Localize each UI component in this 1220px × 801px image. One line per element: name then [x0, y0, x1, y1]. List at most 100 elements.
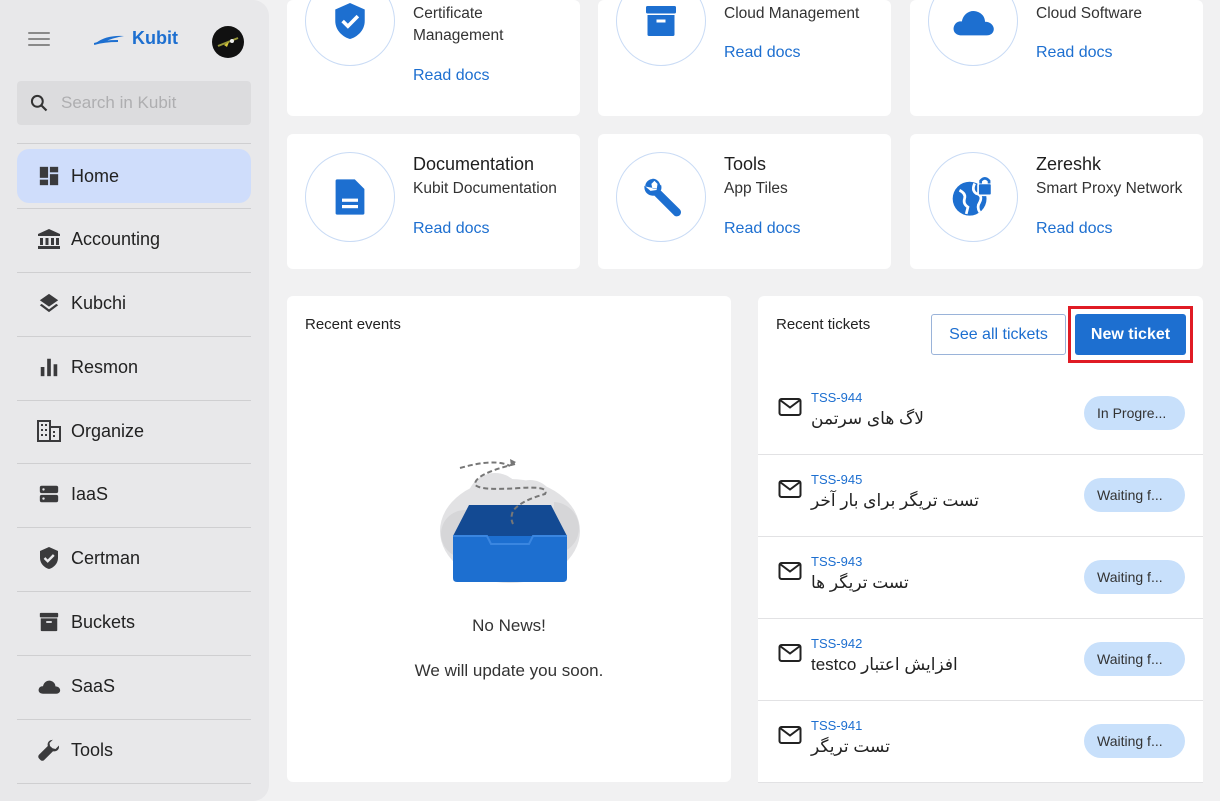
service-icon-circle — [616, 0, 706, 66]
search-icon — [30, 94, 48, 112]
sidebar-item-home[interactable]: Home — [17, 149, 251, 203]
service-card-tools[interactable]: Tools App Tiles Read docs — [598, 134, 891, 269]
read-docs-link[interactable]: Read docs — [413, 220, 490, 238]
ticket-id: TSS-942 — [811, 636, 863, 651]
service-subtitle: Cloud Management — [724, 5, 860, 22]
service-icon-circle — [305, 152, 395, 242]
service-card-certman[interactable]: Certificate Management Read docs — [287, 0, 580, 116]
ticket-row[interactable]: TSS-944 لاگ های سرتمن In Progre... — [758, 373, 1203, 455]
divider — [17, 719, 251, 720]
sidebar-item-buckets[interactable]: Buckets — [17, 595, 251, 649]
sidebar-item-label: IaaS — [71, 483, 109, 504]
ticket-id: TSS-944 — [811, 390, 863, 405]
service-card-cloud-management[interactable]: Cloud Management Read docs — [598, 0, 891, 116]
ticket-row[interactable]: TSS-942 افزایش اعتبار testco Waiting f..… — [758, 619, 1203, 701]
cloud-icon — [37, 674, 61, 698]
kubit-logo-icon — [94, 35, 124, 45]
sidebar-item-saas[interactable]: SaaS — [17, 659, 251, 713]
service-subtitle: App Tiles — [724, 180, 788, 197]
cloud-icon — [953, 11, 994, 36]
layers-icon — [37, 291, 61, 315]
divider — [17, 208, 251, 209]
status-badge: Waiting f... — [1084, 478, 1185, 512]
service-subtitle: Kubit Documentation — [413, 180, 557, 197]
globe-lock-icon — [952, 177, 993, 216]
mail-icon — [778, 398, 802, 416]
wrench-icon — [644, 178, 681, 217]
empty-state-text: We will update you soon. — [414, 661, 604, 680]
service-subtitle: Smart Proxy Network — [1036, 180, 1183, 197]
ticket-subject: تست تریگر ها — [811, 573, 909, 592]
service-card-zereshk[interactable]: Zereshk Smart Proxy Network Read docs — [910, 134, 1203, 269]
service-card-cloud-software[interactable]: Cloud Software Read docs — [910, 0, 1203, 116]
mail-icon — [778, 562, 802, 580]
search-box[interactable] — [17, 81, 251, 125]
ticket-row[interactable]: TSS-943 تست تریگر ها Waiting f... — [758, 537, 1203, 619]
sidebar-item-accounting[interactable]: Accounting — [17, 212, 251, 266]
new-ticket-button[interactable]: New ticket — [1075, 314, 1186, 355]
sidebar-item-iaas[interactable]: IaaS — [17, 467, 251, 521]
sidebar-item-kubchi[interactable]: Kubchi — [17, 276, 251, 330]
ticket-row[interactable]: TSS-945 تست تریگر برای بار آخر Waiting f… — [758, 455, 1203, 537]
recent-tickets-header: Recent tickets See all tickets New ticke… — [758, 296, 1203, 374]
sidebar-item-label: SaaS — [71, 675, 116, 696]
empty-state-title: No News! — [472, 616, 546, 635]
status-badge: Waiting f... — [1084, 560, 1185, 594]
sidebar-item-certman[interactable]: Certman — [17, 531, 251, 585]
service-icon-circle — [928, 0, 1018, 66]
service-title: Tools — [724, 154, 767, 174]
app-name: Kubit — [132, 28, 178, 48]
sidebar-item-tools[interactable]: Tools — [17, 723, 251, 777]
shield-check-icon — [335, 3, 365, 39]
wrench-icon — [37, 738, 61, 762]
sidebar-item-label: Tools — [71, 739, 114, 760]
ticket-subject: لاگ های سرتمن — [811, 409, 924, 428]
sidebar-item-label: Home — [71, 165, 120, 186]
empty-inbox-illustration — [440, 459, 580, 583]
service-title: Zereshk — [1036, 154, 1102, 174]
sidebar-item-organize[interactable]: Organize — [17, 404, 251, 458]
read-docs-link[interactable]: Read docs — [724, 220, 801, 238]
search-input[interactable] — [61, 93, 231, 113]
divider — [17, 400, 251, 401]
panel-title: Recent events — [305, 316, 401, 333]
menu-icon[interactable] — [28, 32, 50, 50]
sidebar-item-resmon[interactable]: Resmon — [17, 340, 251, 394]
document-icon — [335, 179, 365, 215]
service-title: Documentation — [413, 154, 535, 174]
see-all-tickets-button[interactable]: See all tickets — [931, 314, 1066, 355]
read-docs-link[interactable]: Read docs — [1036, 220, 1113, 238]
divider — [17, 591, 251, 592]
sidebar-item-label: Buckets — [71, 611, 136, 632]
read-docs-link[interactable]: Read docs — [1036, 44, 1113, 62]
service-icon-circle — [305, 0, 395, 66]
building-icon — [37, 419, 61, 443]
read-docs-link[interactable]: Read docs — [413, 67, 490, 85]
read-docs-link[interactable]: Read docs — [724, 44, 801, 62]
app-logo[interactable]: Kubit — [94, 28, 178, 49]
panel-title: Recent tickets — [776, 316, 871, 333]
divider — [17, 336, 251, 337]
ticket-subject: تست تریگر برای بار آخر — [811, 491, 979, 510]
divider — [17, 143, 251, 144]
service-card-documentation[interactable]: Documentation Kubit Documentation Read d… — [287, 134, 580, 269]
sidebar: Kubit Home Accounting Kubchi Resmon Orga… — [0, 0, 269, 801]
sidebar-header: Kubit — [0, 22, 269, 62]
recent-events-panel: Recent events No News! We will update yo… — [287, 296, 731, 782]
avatar[interactable] — [212, 26, 244, 58]
bar-chart-icon — [37, 355, 61, 379]
divider — [17, 527, 251, 528]
archive-icon — [646, 6, 676, 36]
divider — [17, 463, 251, 464]
ticket-row[interactable]: TSS-941 تست تریگر Waiting f... — [758, 701, 1203, 783]
service-icon-circle — [616, 152, 706, 242]
divider — [17, 783, 251, 784]
mail-icon — [778, 644, 802, 662]
archive-icon — [37, 610, 61, 634]
shield-check-icon — [37, 546, 61, 570]
ticket-subject: تست تریگر — [811, 737, 890, 756]
ticket-id: TSS-945 — [811, 472, 863, 487]
status-badge: Waiting f... — [1084, 724, 1185, 758]
service-subtitle: Certificate Management — [413, 5, 504, 44]
service-subtitle: Cloud Software — [1036, 5, 1142, 22]
